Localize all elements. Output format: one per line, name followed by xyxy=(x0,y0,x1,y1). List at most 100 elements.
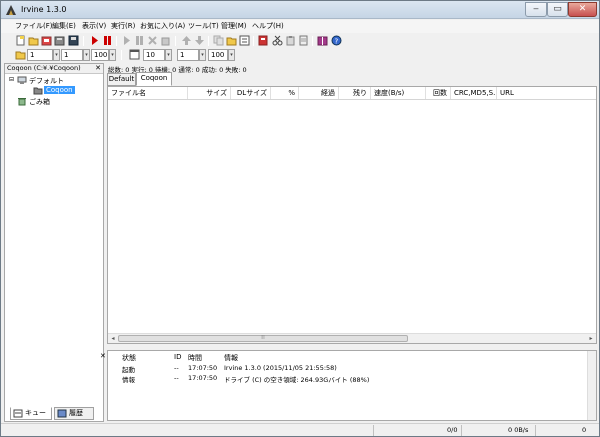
folder-pane-close-button[interactable]: ✕ xyxy=(95,64,101,73)
help-icon[interactable]: ? xyxy=(331,35,342,46)
spin-input-2[interactable]: 1 xyxy=(61,49,83,61)
download-list-header: ファイル名 サイズ DLサイズ % 経過 残り 速度(B/s) 回数 CRC,M… xyxy=(108,87,596,100)
log-vertical-scrollbar[interactable] xyxy=(587,351,596,420)
spin-input-3[interactable]: 100 xyxy=(91,49,109,61)
scroll-right-arrow[interactable]: ▸ xyxy=(586,334,596,343)
column-count[interactable]: 回数 xyxy=(426,87,451,99)
tab-queue-label: キュー xyxy=(25,409,46,417)
spin-arrow-2[interactable]: ▾ xyxy=(83,49,90,61)
download-list[interactable]: ファイル名 サイズ DLサイズ % 経過 残り 速度(B/s) 回数 CRC,M… xyxy=(107,86,597,344)
spin-input-6[interactable]: 100 xyxy=(208,49,228,61)
log-row-id: -- xyxy=(174,364,179,372)
stop-icon[interactable] xyxy=(102,35,113,46)
toolbar-separator xyxy=(253,36,254,46)
menu-manage[interactable]: 管理(M) xyxy=(221,21,247,31)
properties-icon[interactable] xyxy=(239,35,250,46)
menu-edit[interactable]: 編集(E) xyxy=(52,21,76,31)
spin-arrow-3[interactable]: ▾ xyxy=(109,49,116,61)
column-url[interactable]: URL xyxy=(497,87,596,99)
menu-view[interactable]: 表示(V) xyxy=(82,21,106,31)
column-crc[interactable]: CRC,MD5,S... xyxy=(451,87,497,99)
column-speed[interactable]: 速度(B/s) xyxy=(371,87,426,99)
log-column-id[interactable]: ID xyxy=(174,353,181,361)
tree-expander[interactable]: ⊟ xyxy=(9,76,14,83)
menu-tools[interactable]: ツール(T) xyxy=(188,21,219,31)
toolbar-separator xyxy=(208,36,209,46)
book-icon[interactable] xyxy=(317,35,328,46)
copy-icon[interactable] xyxy=(213,35,224,46)
spin-input-4[interactable]: 10 xyxy=(143,49,165,61)
add-url-icon[interactable] xyxy=(258,35,269,46)
new-document-icon[interactable] xyxy=(15,35,26,46)
save-icon[interactable] xyxy=(68,35,79,46)
settings-toolbar: 1 ▾ 1 ▾ 100 ▾ 10 ▾ 1 ▾ 100 ▾ xyxy=(1,48,599,62)
menu-favorites[interactable]: お気に入り(A) xyxy=(140,21,185,31)
column-percent[interactable]: % xyxy=(271,87,299,99)
list-horizontal-scrollbar[interactable]: ◂ ⦙⦙⦙ ▸ xyxy=(108,333,596,343)
log-column-time[interactable]: 時間 xyxy=(188,353,202,363)
status-last: 0 xyxy=(582,426,587,434)
column-remaining[interactable]: 残り xyxy=(339,87,371,99)
menu-help[interactable]: ヘルプ(H) xyxy=(252,21,284,31)
computer-folder-icon xyxy=(17,76,27,84)
spin-arrow-4[interactable]: ▾ xyxy=(165,49,172,61)
pause-selected-icon[interactable] xyxy=(134,35,145,46)
tab-queue[interactable]: キュー xyxy=(10,407,52,420)
status-separator xyxy=(373,425,374,436)
log-column-status[interactable]: 状態 xyxy=(122,353,136,363)
maximize-button[interactable]: ▭ xyxy=(547,2,568,17)
move-up-icon[interactable] xyxy=(181,35,192,46)
tree-item-default[interactable]: デフォルト xyxy=(29,76,64,86)
column-filename[interactable]: ファイル名 xyxy=(108,87,188,99)
tree-item-trash[interactable]: ごみ箱 xyxy=(29,97,50,107)
scroll-left-arrow[interactable]: ◂ xyxy=(108,334,118,343)
spin-arrow-1[interactable]: ▾ xyxy=(53,49,60,61)
clear-icon[interactable] xyxy=(160,35,171,46)
log-close-button[interactable]: ✕ xyxy=(100,352,106,360)
toolbar-separator xyxy=(121,50,122,60)
history-icon xyxy=(57,409,67,418)
scrollbar-thumb[interactable]: ⦙⦙⦙ xyxy=(118,335,408,342)
folder-icon[interactable] xyxy=(226,35,237,46)
title-bar[interactable]: Irvine 1.3.0 ‒ ▭ ✕ xyxy=(1,1,599,19)
status-bar: 0/0 0 0B/s 0 xyxy=(1,423,599,436)
folder-settings-icon xyxy=(15,51,26,60)
start-icon[interactable] xyxy=(89,35,100,46)
log-row-status: 情報 xyxy=(122,376,135,384)
move-down-icon[interactable] xyxy=(194,35,205,46)
column-elapsed[interactable]: 経過 xyxy=(299,87,339,99)
tab-default[interactable]: Default xyxy=(107,73,136,86)
column-dl-size[interactable]: DLサイズ xyxy=(231,87,271,99)
cut-icon[interactable] xyxy=(272,35,283,46)
export-icon[interactable] xyxy=(54,35,65,46)
close-button[interactable]: ✕ xyxy=(568,2,597,17)
irvine-app-icon xyxy=(6,5,16,15)
tab-history-label: 履歴 xyxy=(69,409,83,417)
play-selected-icon[interactable] xyxy=(121,35,132,46)
open-folder-icon[interactable] xyxy=(28,35,39,46)
log-row-info: Irvine 1.3.0 (2015/11/05 21:55:58) xyxy=(224,364,337,372)
tab-history[interactable]: 履歴 xyxy=(54,407,94,420)
spin-arrow-5[interactable]: ▾ xyxy=(199,49,206,61)
status-separator xyxy=(461,425,462,436)
menu-file[interactable]: ファイル(F) xyxy=(15,21,53,31)
spin-input-5[interactable]: 1 xyxy=(177,49,199,61)
tab-coqoon[interactable]: Coqoon xyxy=(136,72,172,86)
spin-input-1[interactable]: 1 xyxy=(27,49,53,61)
status-separator xyxy=(535,425,536,436)
toolbar-separator xyxy=(116,36,117,46)
document-icon[interactable] xyxy=(298,35,309,46)
menu-run[interactable]: 実行(R) xyxy=(111,21,135,31)
tree-item-coqoon[interactable]: Coqoon xyxy=(44,86,75,94)
import-icon[interactable] xyxy=(41,35,52,46)
toolbar-separator xyxy=(312,36,313,46)
delete-icon[interactable] xyxy=(147,35,158,46)
spin-arrow-6[interactable]: ▾ xyxy=(228,49,235,61)
column-size[interactable]: サイズ xyxy=(188,87,231,99)
main-window: Irvine 1.3.0 ‒ ▭ ✕ ファイル(F) 編集(E) 表示(V) 実… xyxy=(0,0,600,437)
log-column-info[interactable]: 情報 xyxy=(224,353,238,363)
status-count: 0/0 xyxy=(447,426,458,434)
minimize-button[interactable]: ‒ xyxy=(525,2,547,17)
paste-icon[interactable] xyxy=(285,35,296,46)
folder-pane-title: Coqoon (C:¥.¥Coqoon) xyxy=(7,64,81,72)
